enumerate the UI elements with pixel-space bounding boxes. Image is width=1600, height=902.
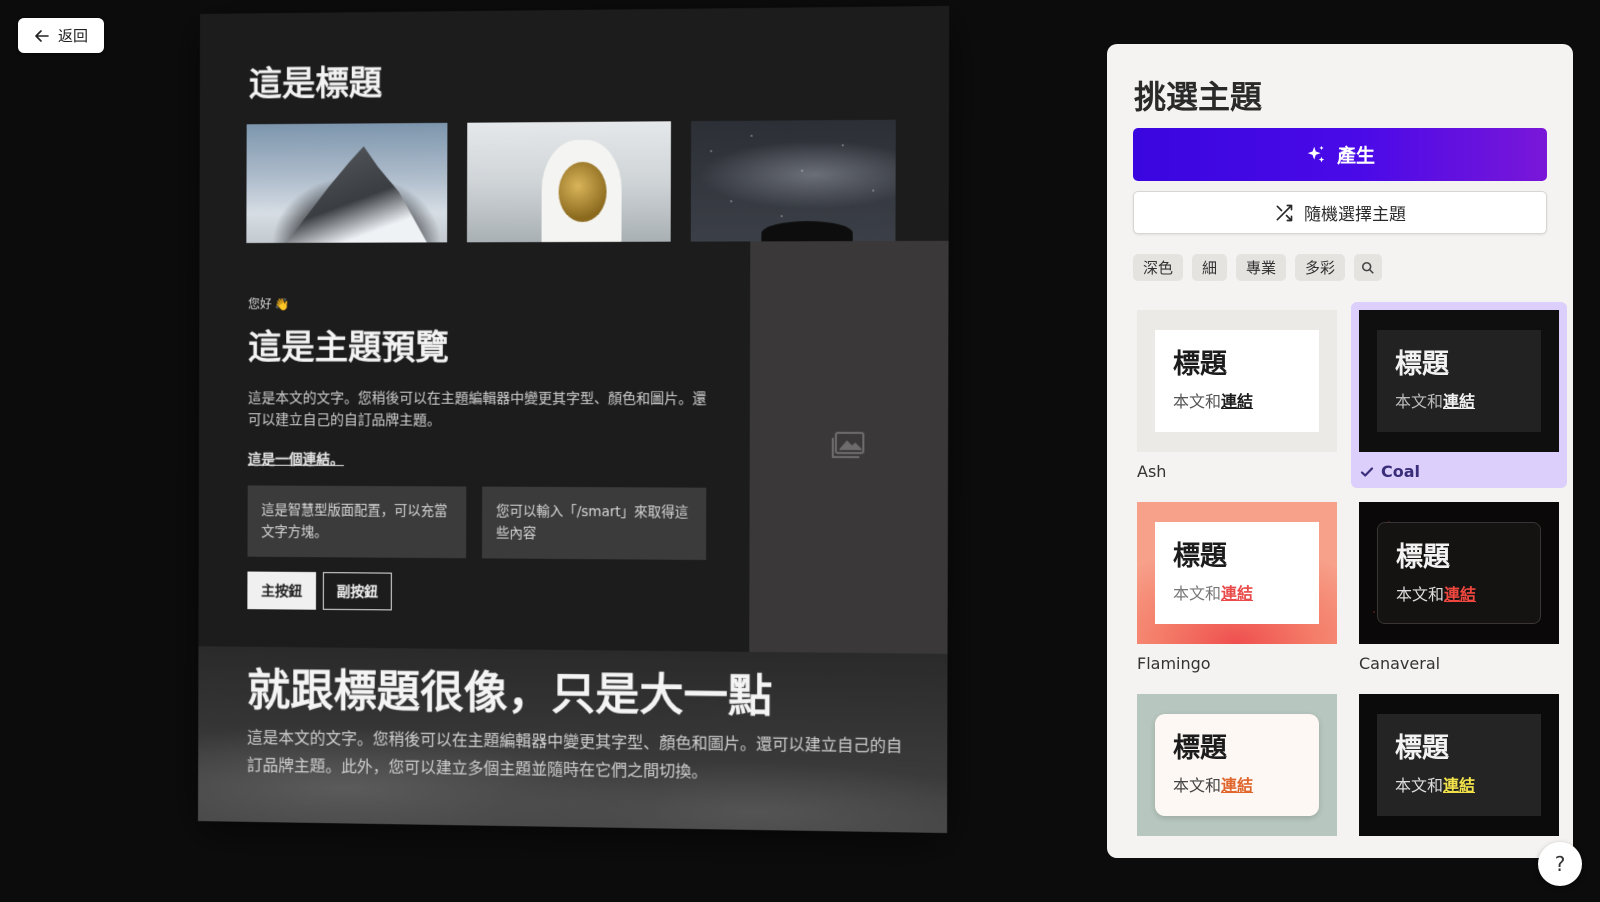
theme-picker-panel: 挑選主題 產生 隨機選擇主題 深色 細 專業 多彩 標題 本文和連結 Ash 標… [1107, 44, 1573, 858]
theme-name: Ash [1137, 462, 1167, 481]
check-icon [1360, 466, 1374, 477]
theme-option-dark-yellow[interactable]: 標題 本文和連結 [1359, 694, 1559, 858]
sample-title: 標題 [1396, 542, 1450, 573]
theme-option-canaveral[interactable]: 標題 本文和連結 Canaveral [1359, 502, 1559, 682]
filter-chip-colorful[interactable]: 多彩 [1295, 254, 1346, 281]
sample-body-text: 本文和 [1395, 776, 1444, 795]
generate-button-label: 產生 [1336, 145, 1375, 167]
sample-link: 連結 [1221, 584, 1254, 603]
mountain-image [246, 122, 448, 244]
filter-chip-professional[interactable]: 專業 [1236, 254, 1287, 281]
theme-name: Coal [1381, 462, 1421, 481]
sample-link: 連結 [1443, 776, 1476, 795]
sample-body-text: 本文和 [1173, 584, 1222, 603]
image-placeholder [749, 240, 949, 654]
sample-body: 本文和連結 [1173, 388, 1301, 412]
theme-option-sage[interactable]: 標題 本文和連結 [1137, 694, 1337, 858]
sample-title: 標題 [1173, 541, 1227, 572]
theme-name-row: Coal [1359, 462, 1420, 481]
panel-title: 挑選主題 [1134, 78, 1263, 116]
sample-body: 本文和連結 [1396, 581, 1522, 605]
sample-link: 連結 [1444, 585, 1477, 604]
theme-sample-card: 標題 本文和連結 [1155, 522, 1319, 624]
sample-body-text: 本文和 [1396, 585, 1445, 604]
sample-title: 標題 [1173, 733, 1227, 764]
theme-thumbnail: 標題 本文和連結 [1137, 502, 1337, 644]
image-placeholder-icon [831, 431, 866, 459]
theme-thumbnail: 標題 本文和連結 [1137, 310, 1337, 452]
theme-option-ash[interactable]: 標題 本文和連結 Ash [1137, 310, 1337, 490]
random-theme-button[interactable]: 隨機選擇主題 [1133, 191, 1547, 234]
sample-body-text: 本文和 [1173, 392, 1222, 411]
search-icon [1362, 261, 1374, 274]
theme-thumbnail: 標題 本文和連結 [1137, 694, 1337, 836]
theme-sample-card: 標題 本文和連結 [1377, 714, 1541, 816]
shuffle-icon [1276, 204, 1293, 221]
starry-sky-image [690, 119, 896, 242]
sample-title: 標題 [1395, 733, 1449, 764]
theme-option-coal[interactable]: 標題 本文和連結 Coal [1351, 302, 1567, 488]
theme-thumbnail: 標題 本文和連結 [1359, 502, 1559, 644]
preview-heading: 這是主題預覽 [247, 328, 449, 368]
filter-chip-dark[interactable]: 深色 [1133, 254, 1184, 281]
sparkle-icon [1307, 145, 1325, 162]
sample-body: 本文和連結 [1395, 772, 1523, 796]
theme-sample-card: 標題 本文和連結 [1377, 330, 1541, 432]
arrow-left-icon [35, 29, 49, 42]
back-button[interactable]: 返回 [18, 18, 104, 53]
theme-thumbnail: 標題 本文和連結 [1359, 694, 1559, 836]
sample-title: 標題 [1395, 349, 1449, 380]
astronaut-image [466, 121, 671, 243]
sample-link: 連結 [1221, 392, 1254, 411]
sample-body-text: 本文和 [1395, 392, 1444, 411]
sample-body-text: 本文和 [1173, 776, 1222, 795]
theme-option-flamingo[interactable]: 標題 本文和連結 Flamingo [1137, 502, 1337, 682]
filter-chips: 深色 細 專業 多彩 [1133, 254, 1383, 281]
theme-sample-card: 標題 本文和連結 [1155, 714, 1319, 816]
theme-name: Canaveral [1359, 654, 1441, 673]
preview-hello: 您好 👋 [248, 297, 291, 312]
theme-preview: 這是標題 您好 👋 這是主題預覽 這是本文的文字。您稍後可以在主題編輯器中變更其… [198, 5, 950, 834]
sample-link: 連結 [1443, 392, 1476, 411]
sample-title: 標題 [1173, 349, 1227, 380]
generate-button[interactable]: 產生 [1133, 128, 1547, 181]
preview-link[interactable]: 這是一個連結。 [248, 449, 344, 469]
preview-big-heading: 就跟標題很像，只是大一點 [247, 665, 773, 723]
preview-primary-button[interactable]: 主按鈕 [247, 571, 317, 610]
sample-body: 本文和連結 [1173, 580, 1301, 604]
sample-body: 本文和連結 [1395, 388, 1523, 412]
theme-sample-card: 標題 本文和連結 [1377, 522, 1541, 624]
smart-layout-box: 您可以輸入「/smart」來取得這些內容 [482, 486, 707, 560]
preview-title: 這是標題 [248, 63, 383, 105]
random-theme-label: 隨機選擇主題 [1304, 205, 1406, 225]
theme-name: Flamingo [1137, 654, 1211, 673]
sample-link: 連結 [1221, 776, 1254, 795]
theme-sample-card: 標題 本文和連結 [1155, 330, 1319, 432]
back-button-label: 返回 [57, 27, 88, 45]
smart-layout-box: 這是智慧型版面配置，可以充當文字方塊。 [247, 485, 467, 559]
preview-bottom-body: 這是本文的文字。您稍後可以在主題編輯器中變更其字型、顏色和圖片。還可以建立自己的… [246, 727, 903, 781]
preview-secondary-button[interactable]: 副按鈕 [322, 572, 392, 611]
preview-body: 這是本文的文字。您稍後可以在主題編輯器中變更其字型、顏色和圖片。還可以建立自己的… [247, 390, 707, 429]
help-button[interactable]: ? [1538, 842, 1582, 886]
filter-search-button[interactable] [1354, 254, 1383, 281]
sample-body: 本文和連結 [1173, 772, 1301, 796]
filter-chip-thin[interactable]: 細 [1192, 254, 1228, 281]
theme-thumbnail: 標題 本文和連結 [1359, 310, 1559, 452]
